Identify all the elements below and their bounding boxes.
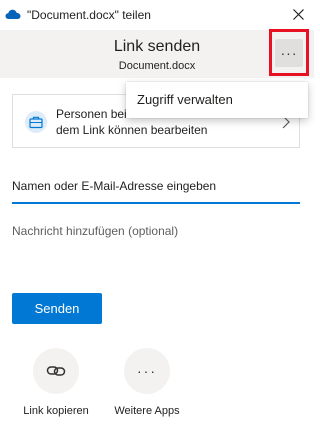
more-options-menu: Zugriff verwalten <box>126 82 308 118</box>
briefcase-icon <box>29 116 43 129</box>
send-button[interactable]: Senden <box>12 293 102 324</box>
more-apps-label: Weitere Apps <box>114 405 180 417</box>
permission-line-2: dem Link können bearbeiten <box>56 123 208 137</box>
more-horizontal-icon: ··· <box>280 45 298 61</box>
link-icon <box>46 366 66 376</box>
more-apps-button[interactable]: ··· <box>124 348 170 394</box>
window-title: "Document.docx" teilen <box>27 8 151 22</box>
briefcase-icon-bg <box>25 111 47 133</box>
dialog-header: Link senden Document.docx <box>0 30 314 78</box>
menu-item-manage-access[interactable]: Zugriff verwalten <box>137 92 233 107</box>
copy-link-button[interactable] <box>33 348 79 394</box>
recipient-placeholder: Namen oder E-Mail-Adresse eingeben <box>12 179 217 193</box>
more-horizontal-icon: ··· <box>137 363 157 379</box>
title-bar: "Document.docx" teilen <box>0 0 314 30</box>
close-icon <box>292 8 304 20</box>
dialog-title: Link senden <box>113 38 201 55</box>
message-placeholder: Nachricht hinzufügen (optional) <box>12 224 179 238</box>
recipient-input[interactable]: Namen oder E-Mail-Adresse eingeben <box>12 174 300 204</box>
permission-line-1: Personen bei <box>56 107 127 121</box>
more-options-button[interactable]: ··· <box>275 39 303 67</box>
copy-link-label: Link kopieren <box>23 405 89 417</box>
more-apps-action[interactable]: ··· Weitere Apps <box>104 348 194 427</box>
message-input[interactable]: Nachricht hinzufügen (optional) <box>12 222 300 242</box>
file-name: Document.docx <box>118 60 196 72</box>
send-button-label: Senden <box>34 301 80 316</box>
close-button[interactable] <box>286 3 310 25</box>
copy-link-action[interactable]: Link kopieren <box>13 348 103 427</box>
onedrive-cloud-icon <box>5 9 21 19</box>
